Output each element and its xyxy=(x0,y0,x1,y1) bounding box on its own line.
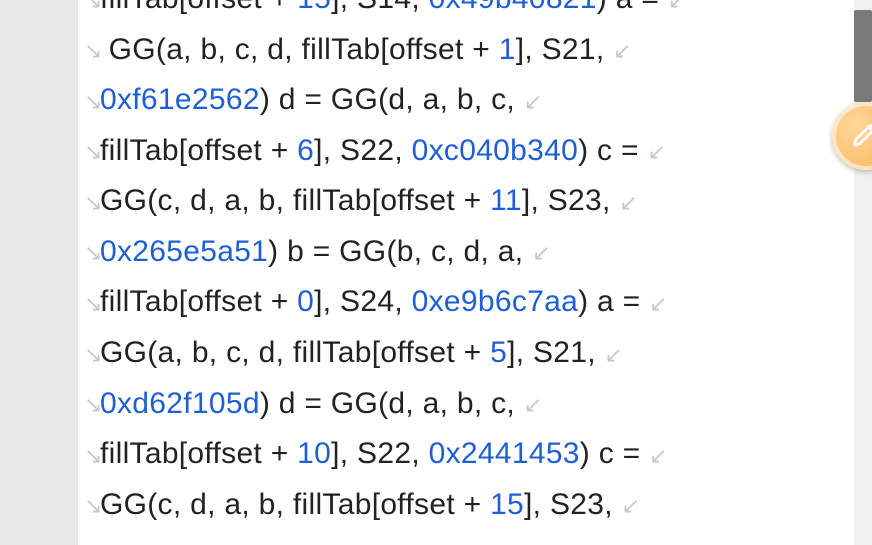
code-editor-panel[interactable]: fillTab[offset + 15], S14, 0x49b40821) a… xyxy=(78,0,854,545)
code-text: GG(c, d, a, b, fillTab[offset + xyxy=(100,488,490,521)
scrollbar-track[interactable] xyxy=(854,0,872,545)
wrap-marker-icon xyxy=(84,481,100,530)
code-text: ) a = xyxy=(597,0,668,15)
wrap-marker-icon xyxy=(668,0,684,25)
code-text: ) b = GG(b, c, d, a, xyxy=(268,235,532,268)
wrap-marker-icon xyxy=(647,127,663,176)
code-text: ], S14, xyxy=(331,0,428,15)
wrap-marker-icon xyxy=(84,0,100,25)
wrap-marker-icon xyxy=(84,178,100,227)
code-text: GG(a, b, c, d, fillTab[offset + xyxy=(100,336,490,369)
code-text: ) a = xyxy=(578,285,649,318)
code-hex: 0xe9b6c7aa xyxy=(412,285,578,318)
wrap-marker-icon xyxy=(84,380,100,429)
code-text: ], S23, xyxy=(522,184,619,217)
code-text: GG(c, d, a, b, fillTab[offset + xyxy=(100,184,490,217)
code-text: GG(a, b, c, d, fillTab[offset + xyxy=(109,33,499,66)
wrap-marker-icon xyxy=(84,228,100,277)
code-hex: 0x2441453 xyxy=(429,437,580,470)
wrap-marker-icon xyxy=(649,279,665,328)
code-text: ], S21, xyxy=(507,336,604,369)
code-hex: 0xd62f105d xyxy=(100,387,260,420)
wrap-marker-icon xyxy=(84,26,100,75)
wrap-marker-icon xyxy=(605,330,621,379)
wrap-marker-icon xyxy=(532,228,548,277)
code-hex: 0x265e5a51 xyxy=(100,235,268,268)
wrap-marker-icon xyxy=(84,330,100,379)
code-number: 0 xyxy=(297,285,314,318)
code-number: 1 xyxy=(499,33,516,66)
wrap-marker-icon xyxy=(84,77,100,126)
wrap-marker-icon xyxy=(84,279,100,328)
pencil-icon xyxy=(851,119,872,154)
code-text: fillTab[offset + xyxy=(100,0,297,15)
code-text: ], S21, xyxy=(516,33,613,66)
code-text: ) c = xyxy=(580,437,649,470)
scrollbar-thumb[interactable] xyxy=(854,10,872,102)
wrap-marker-icon xyxy=(524,77,540,126)
code-number: 6 xyxy=(297,134,314,167)
code-number: 5 xyxy=(490,336,507,369)
code-hex: 0x49b40821 xyxy=(429,0,597,15)
code-number: 10 xyxy=(297,437,331,470)
wrap-marker-icon xyxy=(524,380,540,429)
code-number: 15 xyxy=(297,0,331,15)
code-text: ], S22, xyxy=(331,437,428,470)
code-text: fillTab[offset + xyxy=(100,285,297,318)
source-code[interactable]: fillTab[offset + 15], S14, 0x49b40821) a… xyxy=(84,0,842,530)
code-number: 15 xyxy=(490,488,524,521)
code-text: ) d = GG(d, a, b, c, xyxy=(260,83,524,116)
code-hex: 0xf61e2562 xyxy=(100,83,260,116)
wrap-marker-icon xyxy=(619,178,635,227)
code-text: ) d = GG(d, a, b, c, xyxy=(260,387,524,420)
wrap-marker-icon xyxy=(649,431,665,480)
wrap-marker-icon xyxy=(622,481,638,530)
code-text: fillTab[offset + xyxy=(100,134,297,167)
wrap-marker-icon xyxy=(613,26,629,75)
code-text: ], S23, xyxy=(524,488,621,521)
code-text: ) c = xyxy=(578,134,647,167)
wrap-marker-icon xyxy=(84,431,100,480)
code-text: ], S24, xyxy=(314,285,411,318)
code-text: fillTab[offset + xyxy=(100,437,297,470)
wrap-marker-icon xyxy=(84,127,100,176)
code-number: 11 xyxy=(490,184,522,217)
code-text: ], S22, xyxy=(314,134,411,167)
code-hex: 0xc040b340 xyxy=(412,134,578,167)
